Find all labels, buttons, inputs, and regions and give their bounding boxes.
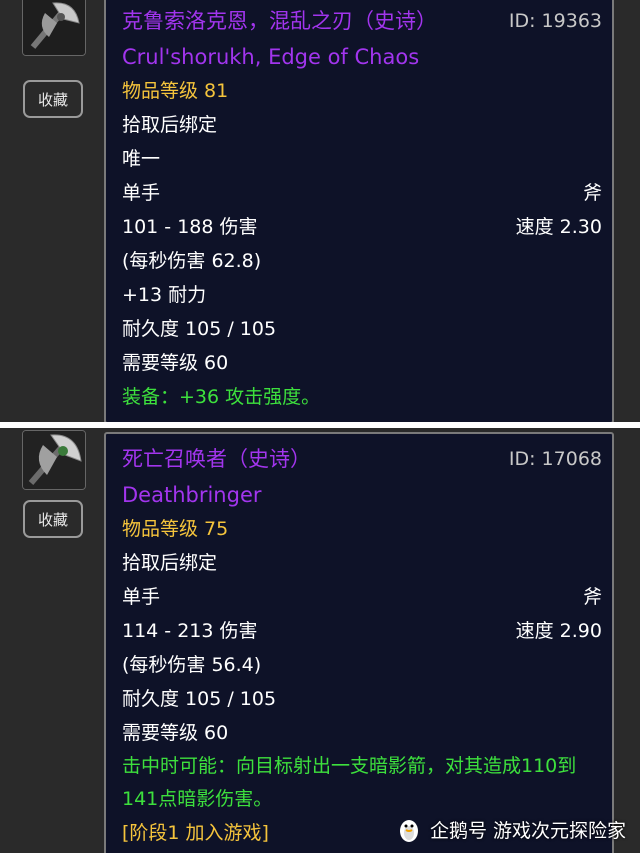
slot-row: 单手 斧 xyxy=(122,176,602,210)
damage-row: 114 - 213 伤害 速度 2.90 xyxy=(122,614,602,648)
damage-range: 101 - 188 伤害 xyxy=(122,216,258,238)
item-level: 物品等级 81 xyxy=(122,80,229,102)
tooltip-title-row: 死亡召唤者（史诗） ID: 17068 xyxy=(122,440,602,478)
damage-row: 101 - 188 伤害 速度 2.30 xyxy=(122,210,602,244)
watermark: 企鹅号 游戏次元探险家 xyxy=(396,816,626,843)
axe-weapon-icon[interactable] xyxy=(22,0,86,56)
item-name-en[interactable]: Deathbringer xyxy=(122,478,602,512)
attack-speed: 速度 2.90 xyxy=(515,620,602,642)
required-level: 需要等级 60 xyxy=(122,352,229,374)
tooltip-title-row: 克鲁索洛克恩，混乱之刃（史诗） ID: 19363 xyxy=(122,2,602,40)
favorite-button[interactable]: 收藏 xyxy=(23,80,83,118)
slot-row: 单手 斧 xyxy=(122,580,602,614)
unique-label: 唯一 xyxy=(122,148,161,170)
weapon-type: 斧 xyxy=(582,182,602,204)
axe-weapon-icon[interactable] xyxy=(22,430,86,490)
bind-type: 拾取后绑定 xyxy=(122,552,218,574)
dps-value: (每秒伤害 62.8) xyxy=(122,250,262,272)
proc-effect: 击中时可能：向目标射出一支暗影箭，对其造成110到141点暗影伤害。 xyxy=(122,755,577,810)
favorite-button[interactable]: 收藏 xyxy=(23,500,83,538)
damage-range: 114 - 213 伤害 xyxy=(122,620,258,642)
item-panel-deathbringer: 收藏 死亡召唤者（史诗） ID: 17068 Deathbringer 物品等级… xyxy=(0,428,640,853)
item-level: 物品等级 75 xyxy=(122,518,229,540)
penguin-logo-icon xyxy=(399,819,418,842)
durability: 耐久度 105 / 105 xyxy=(122,688,277,710)
equip-effect: 装备：+36 攻击强度。 xyxy=(122,386,321,408)
dps-value: (每秒伤害 56.4) xyxy=(122,654,262,676)
item-panel-crulshorukh: 收藏 克鲁索洛克恩，混乱之刃（史诗） ID: 19363 Crul'shoruk… xyxy=(0,0,640,422)
item-id: ID: 19363 xyxy=(508,10,602,32)
item-name-cn[interactable]: 克鲁索洛克恩，混乱之刃（史诗） xyxy=(122,2,437,40)
watermark-text: 企鹅号 游戏次元探险家 xyxy=(429,820,626,842)
slot-label: 单手 xyxy=(122,182,161,204)
stat-stamina: +13 耐力 xyxy=(122,284,207,306)
weapon-type: 斧 xyxy=(582,586,602,608)
attack-speed: 速度 2.30 xyxy=(515,216,602,238)
required-level: 需要等级 60 xyxy=(122,722,229,744)
item-id: ID: 17068 xyxy=(508,448,602,470)
item-tooltip: 克鲁索洛克恩，混乱之刃（史诗） ID: 19363 Crul'shorukh, … xyxy=(104,0,614,422)
slot-label: 单手 xyxy=(122,586,161,608)
durability: 耐久度 105 / 105 xyxy=(122,318,277,340)
item-name-cn[interactable]: 死亡召唤者（史诗） xyxy=(122,440,311,478)
bind-type: 拾取后绑定 xyxy=(122,114,218,136)
item-tooltip: 死亡召唤者（史诗） ID: 17068 Deathbringer 物品等级 75… xyxy=(104,432,614,853)
item-name-en[interactable]: Crul'shorukh, Edge of Chaos xyxy=(122,40,602,74)
